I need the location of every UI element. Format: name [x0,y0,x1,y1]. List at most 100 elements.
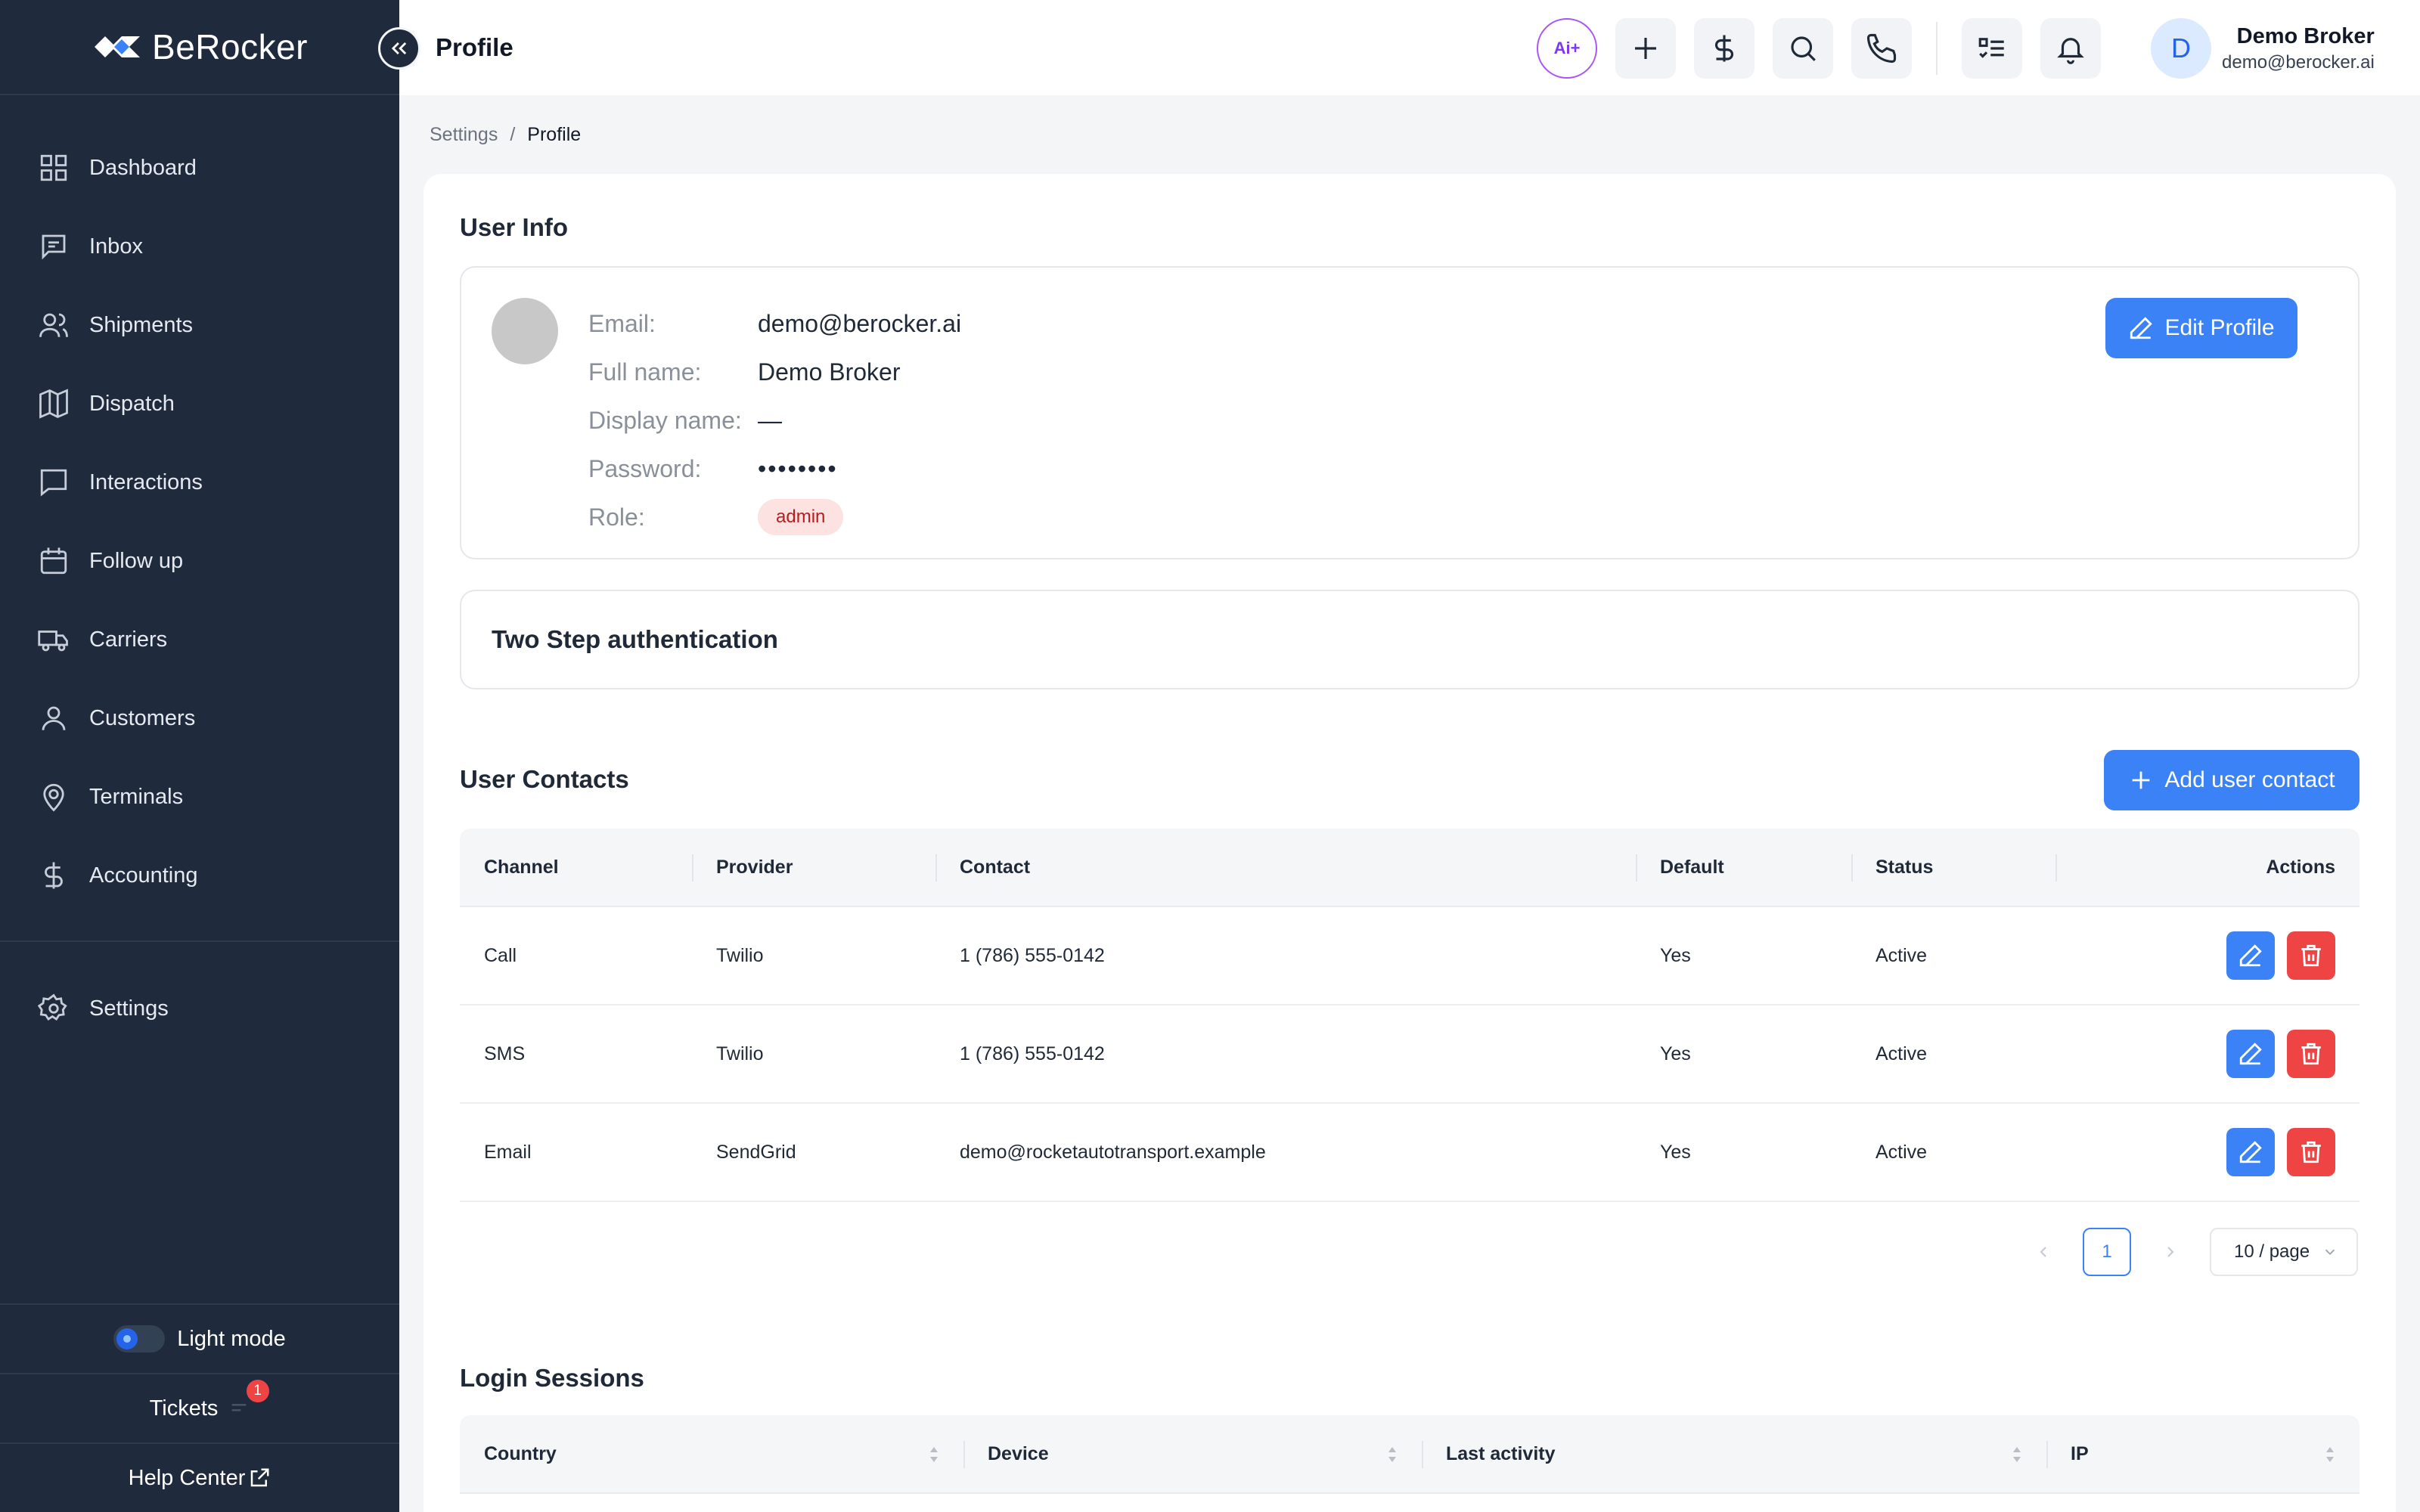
sidebar-item-interactions[interactable]: Interactions [0,443,399,522]
cell-actions [2055,1030,2360,1078]
user-contacts-title: User Contacts [460,765,629,793]
col-ip-label: IP [2071,1442,2089,1464]
sidebar-item-terminals[interactable]: Terminals [0,758,399,836]
light-mode-toggle[interactable] [113,1325,166,1352]
app-name: BeRocker [152,27,308,67]
edit-contact-button[interactable] [2226,1030,2275,1078]
tickets-link[interactable]: Tickets 1 [0,1373,399,1442]
sidebar-collapse-button[interactable] [378,27,420,70]
breadcrumb-settings[interactable]: Settings [430,124,498,146]
trash-icon [2301,944,2321,967]
edit-contact-button[interactable] [2226,931,2275,980]
sidebar-item-label: Shipments [89,312,194,337]
sort-icon [1388,1447,1396,1462]
sidebar-item-dashboard[interactable]: Dashboard [0,129,399,207]
edit-contact-button[interactable] [2226,1128,2275,1176]
user-menu[interactable]: D Demo Broker demo@berocker.ai [2151,18,2375,79]
sidebar-item-follow-up[interactable]: Follow up [0,522,399,600]
breadcrumb-separator: / [510,124,516,145]
checklist-icon [1978,38,2004,58]
two-step-auth-card[interactable]: Two Step authentication [460,590,2360,689]
berocker-logo-icon [95,36,141,57]
col-contact: Contact [935,829,1636,906]
col-status: Status [1851,829,2055,906]
display-name-label: Display name: [588,406,742,434]
cell-provider: SendGrid [716,1141,796,1163]
user-icon [42,706,66,730]
ai-assistant-button[interactable]: Ai+ [1537,18,1597,79]
breadcrumb: Settings / Profile [430,124,581,146]
cell-status: Active [1876,1141,1928,1163]
notifications-button[interactable] [2040,18,2101,79]
sidebar-item-label: Follow up [89,548,184,573]
col-default: Default [1636,829,1851,906]
col-country-label: Country [484,1442,557,1464]
light-mode-toggle-row[interactable]: Light mode [0,1303,399,1373]
pagination: 1 10 / page [2034,1228,2358,1276]
message-square-icon [42,234,66,260]
users-icon [39,313,68,337]
add-button[interactable] [1615,18,1676,79]
page-size-select[interactable]: 10 / page [2210,1228,2358,1276]
delete-contact-button[interactable] [2287,1030,2335,1078]
plus-icon [1635,38,1656,59]
delete-contact-button[interactable] [2287,931,2335,980]
edit-profile-button[interactable]: Edit Profile [2105,298,2297,358]
sidebar-item-inbox[interactable]: Inbox [0,207,399,286]
pricing-button[interactable] [1694,18,1754,79]
sidebar-item-carriers[interactable]: Carriers [0,600,399,679]
sort-icon [2326,1447,2334,1462]
sort-icon [930,1447,938,1462]
login-sessions-title: Login Sessions [460,1364,644,1392]
sidebar-item-customers[interactable]: Customers [0,679,399,758]
add-user-contact-label: Add user contact [2164,767,2335,792]
search-button[interactable] [1773,18,1833,79]
cell-default: Yes [1660,1141,1691,1163]
top-header: Profile Ai+ D Demo Broker demo@berocker.… [399,0,2420,95]
header-actions: Ai+ [1537,18,2101,79]
dollar-icon [45,862,63,889]
tickets-list-icon [232,1404,247,1411]
cell-status: Active [1876,944,1928,966]
sidebar-item-label: Dispatch [89,391,175,416]
trash-icon [2301,1141,2321,1163]
tasks-button[interactable] [1962,18,2022,79]
cell-channel: SMS [484,1043,526,1064]
user-info-card: Email: demo@berocker.ai Full name: Demo Br… [460,266,2360,559]
sidebar-item-label: Carriers [89,627,168,652]
sidebar-item-shipments[interactable]: Shipments [0,286,399,364]
col-ip[interactable]: IP [2046,1415,2360,1492]
phone-icon [1866,33,1897,64]
edit-profile-label: Edit Profile [2164,315,2275,340]
col-country[interactable]: Country [460,1415,963,1492]
sessions-table: Country Device Last activity IP [460,1415,2360,1494]
header-divider [1936,22,1938,75]
delete-contact-button[interactable] [2287,1128,2335,1176]
col-actions: Actions [2055,829,2360,906]
cell-contact: demo@rocketautotransport.example [960,1141,1266,1163]
logo[interactable]: BeRocker [0,0,399,95]
display-name-value: — [758,406,782,434]
map-icon [39,389,68,419]
page-number-1[interactable]: 1 [2083,1228,2131,1276]
sidebar-divider [0,940,399,942]
password-label: Password: [588,454,702,482]
col-last-activity[interactable]: Last activity [1422,1415,2046,1492]
sidebar-item-label: Inbox [89,234,143,259]
pencil-icon [2239,1043,2262,1065]
dollar-icon [1714,35,1734,62]
col-device[interactable]: Device [963,1415,1422,1492]
cell-actions [2055,931,2360,980]
contacts-table-header: Channel Provider Contact Default Status … [460,829,2360,907]
help-center-link[interactable]: Help Center [0,1442,399,1512]
chevron-left-icon[interactable] [2034,1243,2052,1261]
sidebar-item-settings[interactable]: Settings [0,969,399,1048]
add-user-contact-button[interactable]: Add user contact [2104,750,2360,810]
phone-button[interactable] [1851,18,1912,79]
sort-icon [2013,1447,2021,1462]
sidebar-item-label: Interactions [89,469,203,494]
sidebar-item-dispatch[interactable]: Dispatch [0,364,399,443]
light-mode-label: Light mode [177,1326,286,1351]
chevron-right-icon[interactable] [2161,1243,2180,1261]
sidebar-item-accounting[interactable]: Accounting [0,836,399,915]
